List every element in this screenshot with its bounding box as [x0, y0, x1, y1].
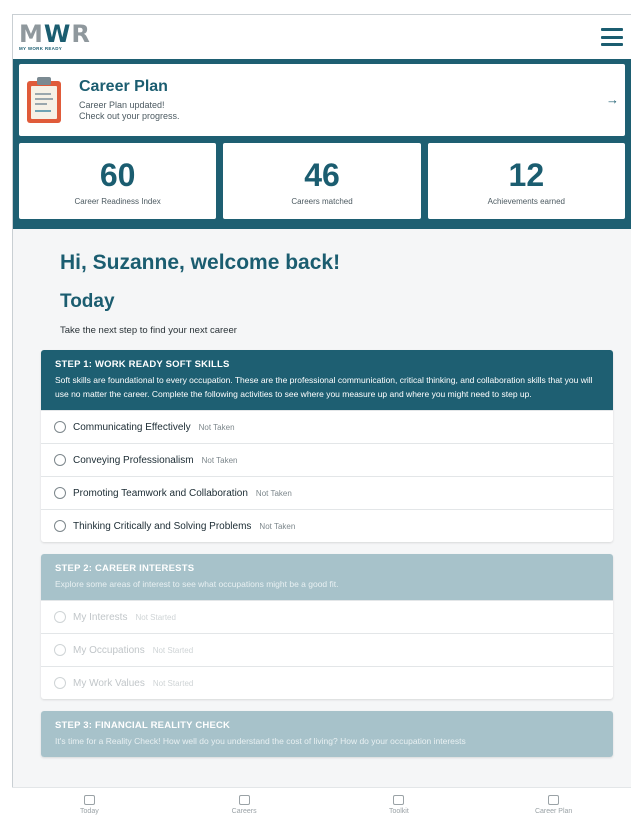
activity-label: My Interests — [73, 611, 128, 623]
nav-label: Today — [80, 807, 99, 815]
activity-item[interactable]: Communicating Effectively Not Taken — [41, 410, 613, 443]
toolkit-icon — [393, 794, 405, 805]
clipboard-icon — [238, 794, 250, 805]
circle-icon — [54, 677, 66, 689]
stat-achievements[interactable]: 12 Achievements earned — [427, 143, 625, 219]
activity-label: Conveying Professionalism — [73, 454, 194, 466]
stat-label: Career Readiness Index — [74, 196, 161, 206]
stat-label: Careers matched — [291, 196, 353, 206]
career-plan-progress: Check out your progress. — [79, 111, 180, 121]
step-title: STEP 3: FINANCIAL REALITY CHECK — [55, 720, 231, 731]
circle-icon — [54, 487, 66, 499]
activity-status: Not Taken — [259, 521, 296, 531]
activity-status: Not Started — [152, 678, 194, 688]
stats-row: 60 Career Readiness Index 46 Careers mat… — [19, 143, 625, 219]
activity-item[interactable]: My Interests Not Started — [41, 600, 613, 633]
activity-label: Communicating Effectively — [73, 421, 191, 433]
activity-label: My Occupations — [73, 644, 145, 656]
activity-status: Not Taken — [201, 455, 238, 465]
step-card-financial-reality: STEP 3: FINANCIAL REALITY CHECK It's tim… — [41, 711, 613, 757]
step-header: STEP 1: WORK READY SOFT SKILLS Soft skil… — [41, 350, 613, 410]
stat-value: 12 — [508, 156, 545, 193]
circle-icon — [54, 644, 66, 656]
step-header: STEP 2: CAREER INTERESTS Explore some ar… — [41, 554, 613, 600]
document-icon — [548, 794, 560, 805]
circle-icon — [54, 421, 66, 433]
activity-item[interactable]: My Occupations Not Started — [41, 633, 613, 666]
bottom-nav: Today Careers Toolkit Career Plan — [12, 787, 631, 821]
stat-value: 60 — [99, 156, 136, 193]
logo-mark: MWR — [19, 22, 91, 46]
nav-item-today[interactable]: Today — [12, 788, 167, 821]
circle-icon — [54, 454, 66, 466]
arrow-right-icon[interactable]: → — [606, 92, 619, 107]
career-plan-card[interactable]: Career Plan Career Plan updated! Check o… — [19, 64, 625, 136]
activity-item[interactable]: Promoting Teamwork and Collaboration Not… — [41, 476, 613, 509]
activity-item[interactable]: My Work Values Not Started — [41, 666, 613, 699]
step-card-career-interests: STEP 2: CAREER INTERESTS Explore some ar… — [41, 554, 613, 699]
nav-item-career-plan[interactable]: Career Plan — [476, 788, 631, 821]
nav-item-toolkit[interactable]: Toolkit — [322, 788, 477, 821]
today-title: Today — [60, 291, 115, 312]
logo-letter-w: W — [43, 20, 72, 49]
home-icon — [83, 794, 95, 805]
logo-subtitle: MY WORK READY — [19, 46, 63, 52]
activity-status: Not Taken — [198, 422, 235, 432]
step-description: Soft skills are foundational to every oc… — [55, 375, 593, 399]
activity-label: Promoting Teamwork and Collaboration — [73, 487, 248, 499]
logo-letter-r: R — [71, 20, 91, 49]
stat-career-readiness[interactable]: 60 Career Readiness Index — [19, 143, 217, 219]
circle-icon — [54, 520, 66, 532]
greeting-title: Hi, Suzanne, welcome back! — [60, 251, 341, 274]
activity-status: Not Started — [135, 612, 176, 622]
step-card-soft-skills: STEP 1: WORK READY SOFT SKILLS Soft skil… — [41, 350, 613, 542]
circle-icon — [54, 611, 66, 623]
activity-label: Thinking Critically and Solving Problems — [73, 520, 252, 532]
clipboard-icon — [27, 77, 61, 123]
career-plan-text: Career Plan Career Plan updated! Check o… — [79, 78, 180, 122]
app-frame: MWR MY WORK READY Career Plan Career Pla… — [12, 14, 631, 821]
today-subtitle: Take the next step to find your next car… — [60, 325, 237, 336]
activity-item[interactable]: Conveying Professionalism Not Taken — [41, 443, 613, 476]
top-bar: MWR MY WORK READY — [13, 15, 631, 59]
stat-careers-matched[interactable]: 46 Careers matched — [223, 143, 421, 219]
stat-label: Achievements earned — [487, 196, 566, 206]
activity-status: Not Started — [152, 645, 194, 655]
summary-banner: Career Plan Career Plan updated! Check o… — [13, 59, 631, 229]
greeting-section: Hi, Suzanne, welcome back! Today Take th… — [13, 229, 631, 336]
step-title: STEP 1: WORK READY SOFT SKILLS — [55, 359, 230, 370]
career-plan-title: Career Plan — [79, 78, 168, 95]
activity-status: Not Taken — [255, 488, 292, 498]
step-description: Explore some areas of interest to see wh… — [55, 579, 339, 589]
logo[interactable]: MWR MY WORK READY — [19, 22, 91, 52]
nav-label: Career Plan — [534, 807, 573, 815]
career-plan-update: Career Plan updated! — [79, 100, 165, 110]
hamburger-icon[interactable] — [601, 28, 623, 46]
step-header: STEP 3: FINANCIAL REALITY CHECK It's tim… — [41, 711, 613, 757]
logo-letter-m: M — [19, 20, 44, 49]
stat-value: 46 — [304, 156, 340, 193]
step-description: It's time for a Reality Check! How well … — [55, 736, 466, 746]
nav-item-careers[interactable]: Careers — [167, 788, 322, 821]
nav-label: Toolkit — [388, 807, 409, 815]
activity-item[interactable]: Thinking Critically and Solving Problems… — [41, 509, 613, 542]
activity-label: My Work Values — [73, 677, 145, 689]
nav-label: Careers — [231, 807, 257, 815]
step-title: STEP 2: CAREER INTERESTS — [55, 563, 195, 574]
